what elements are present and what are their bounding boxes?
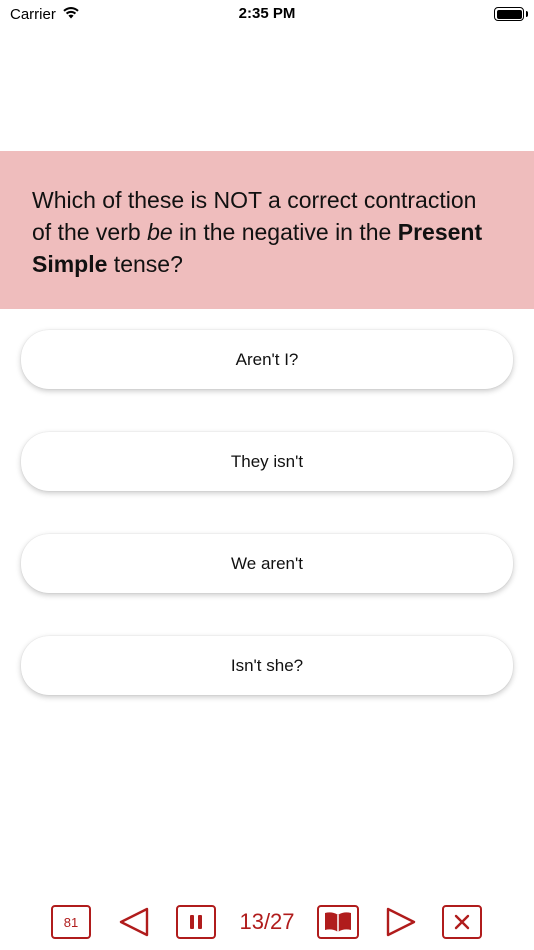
question-italic-word: be — [147, 219, 173, 245]
pause-button[interactable] — [176, 905, 216, 939]
progress-counter: 13/27 — [239, 909, 295, 934]
answer-list: Aren't I? They isn't We aren't Isn't she… — [21, 330, 513, 738]
question-count-button[interactable]: 81 — [51, 905, 91, 939]
status-bar: Carrier 2:35 PM — [0, 0, 534, 30]
question-banner: Which of these is NOT a correct contract… — [0, 151, 534, 309]
next-button[interactable] — [382, 903, 420, 941]
book-button[interactable] — [317, 905, 359, 939]
question-text: Which of these is NOT a correct contract… — [32, 187, 483, 277]
answer-option-4[interactable]: Isn't she? — [21, 636, 513, 695]
quiz-screen: Carrier 2:35 PM Which of these is NOT a … — [0, 0, 534, 950]
close-button[interactable] — [442, 905, 482, 939]
next-triangle-icon — [386, 907, 416, 937]
pause-icon — [190, 915, 202, 929]
answer-option-2[interactable]: They isn't — [21, 432, 513, 491]
battery-icon — [494, 7, 528, 21]
book-icon — [325, 912, 351, 932]
bottom-toolbar: 81 13/27 — [0, 903, 534, 941]
answer-option-3[interactable]: We aren't — [21, 534, 513, 593]
clock: 2:35 PM — [238, 5, 296, 22]
previous-button[interactable] — [115, 903, 153, 941]
close-x-icon — [454, 914, 470, 930]
previous-triangle-icon — [119, 907, 149, 937]
answer-option-1[interactable]: Aren't I? — [21, 330, 513, 389]
